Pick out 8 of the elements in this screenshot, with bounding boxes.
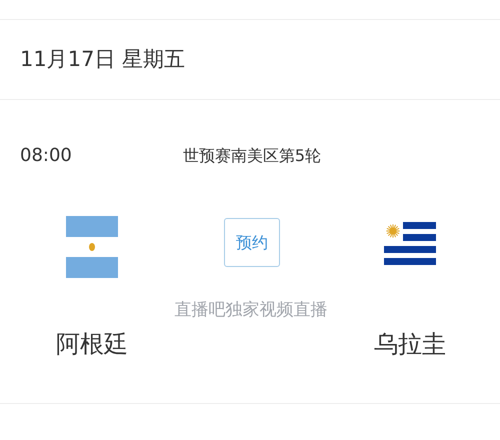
home-team-name: 阿根廷 — [56, 328, 128, 360]
match-time: 08:00 — [19, 144, 73, 168]
date-heading: 11月17日 星期五 — [20, 46, 186, 73]
flag-icon — [66, 216, 118, 278]
reserve-button[interactable]: 预约 — [224, 218, 280, 267]
league-round: 世预赛南美区第5轮 — [182, 144, 322, 166]
broadcast-note: 直播吧独家视频直播 — [174, 299, 328, 322]
away-team-name: 乌拉圭 — [374, 328, 446, 360]
